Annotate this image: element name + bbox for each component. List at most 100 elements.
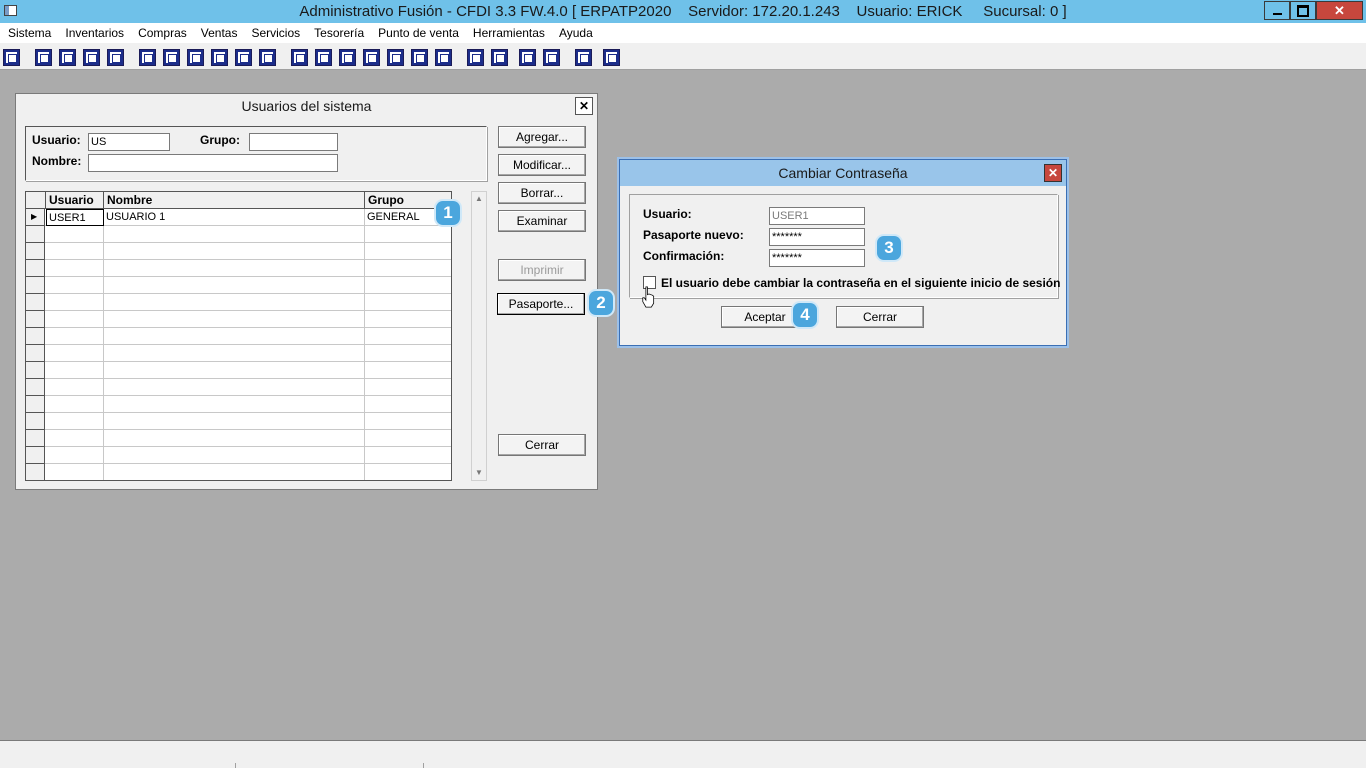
table-row[interactable] <box>26 396 451 413</box>
menu-tesoreria[interactable]: Tesorería <box>307 26 371 40</box>
menu-punto-de-venta[interactable]: Punto de venta <box>371 26 466 40</box>
toolbar-invoice-icon[interactable] <box>411 49 428 66</box>
menu-sistema[interactable]: Sistema <box>1 26 58 40</box>
grid-header-usuario[interactable]: Usuario <box>46 192 104 209</box>
modificar-button[interactable]: Modificar... <box>498 154 586 176</box>
toolbar-document-icon[interactable] <box>235 49 252 66</box>
table-row[interactable] <box>26 260 451 277</box>
cell-nombre[interactable] <box>104 277 365 294</box>
must-change-label[interactable]: El usuario debe cambiar la contraseña en… <box>661 276 1060 290</box>
toolbar-box-icon[interactable] <box>315 49 332 66</box>
toolbar-add-icon[interactable] <box>363 49 380 66</box>
new-password-input[interactable]: ******* <box>769 228 865 246</box>
cell-usuario[interactable] <box>46 345 104 362</box>
table-row[interactable] <box>26 464 451 480</box>
toolbar-undo-icon[interactable] <box>543 49 560 66</box>
dialog-cerrar-button[interactable]: Cerrar <box>836 306 924 328</box>
confirm-password-input[interactable]: ******* <box>769 249 865 267</box>
toolbar-paste-icon[interactable] <box>59 49 76 66</box>
cell-usuario[interactable] <box>46 379 104 396</box>
cell-usuario[interactable] <box>46 226 104 243</box>
cell-usuario[interactable] <box>46 396 104 413</box>
toolbar-dollar-icon[interactable] <box>387 49 404 66</box>
cell-usuario[interactable] <box>46 464 104 480</box>
toolbar-back-icon[interactable] <box>575 49 592 66</box>
cell-nombre[interactable] <box>104 311 365 328</box>
grid-header-nombre[interactable]: Nombre <box>104 192 365 209</box>
app-close-button[interactable]: ✕ <box>1316 1 1363 20</box>
cell-nombre[interactable] <box>104 413 365 430</box>
menu-inventarios[interactable]: Inventarios <box>58 26 131 40</box>
cell-usuario[interactable] <box>46 260 104 277</box>
table-row[interactable] <box>26 447 451 464</box>
toolbar-list-icon[interactable] <box>259 49 276 66</box>
scroll-up-icon[interactable]: ▲ <box>472 192 486 206</box>
cell-nombre[interactable] <box>104 396 365 413</box>
toolbar-home-icon[interactable] <box>467 49 484 66</box>
menu-ayuda[interactable]: Ayuda <box>552 26 600 40</box>
borrar-button[interactable]: Borrar... <box>498 182 586 204</box>
cell-nombre[interactable] <box>104 447 365 464</box>
cell-nombre[interactable] <box>104 430 365 447</box>
table-row[interactable] <box>26 328 451 345</box>
toolbar-group-icon[interactable] <box>291 49 308 66</box>
cell-usuario[interactable] <box>46 311 104 328</box>
dialog-close-icon[interactable]: ✕ <box>1044 164 1062 182</box>
cell-nombre[interactable] <box>104 226 365 243</box>
menu-compras[interactable]: Compras <box>131 26 194 40</box>
grid-scrollbar[interactable]: ▲ ▼ <box>471 191 487 481</box>
cell-usuario[interactable] <box>46 447 104 464</box>
table-row[interactable] <box>26 277 451 294</box>
examinar-button[interactable]: Examinar <box>498 210 586 232</box>
toolbar-export-icon[interactable] <box>339 49 356 66</box>
scroll-down-icon[interactable]: ▼ <box>472 466 486 480</box>
menu-servicios[interactable]: Servicios <box>244 26 307 40</box>
toolbar-zoom-icon[interactable] <box>491 49 508 66</box>
cell-nombre[interactable] <box>104 243 365 260</box>
table-row[interactable] <box>26 311 451 328</box>
cell-usuario[interactable] <box>46 243 104 260</box>
cell-usuario[interactable] <box>46 328 104 345</box>
usuarios-close-icon[interactable]: ✕ <box>575 97 593 115</box>
cell-nombre[interactable] <box>104 362 365 379</box>
table-row[interactable]: ▶ USER1 USUARIO 1 GENERAL <box>26 209 451 226</box>
toolbar-refresh-icon[interactable] <box>519 49 536 66</box>
usuarios-cerrar-button[interactable]: Cerrar <box>498 434 586 456</box>
cell-nombre[interactable] <box>104 260 365 277</box>
filter-nombre-input[interactable] <box>88 154 338 172</box>
pasaporte-button[interactable]: Pasaporte... <box>497 293 585 315</box>
cell-nombre[interactable]: USUARIO 1 <box>104 209 365 226</box>
toolbar-transfer-icon[interactable] <box>83 49 100 66</box>
cell-usuario[interactable] <box>46 413 104 430</box>
table-row[interactable] <box>26 379 451 396</box>
cell-usuario[interactable] <box>46 362 104 379</box>
toolbar-help-icon[interactable] <box>603 49 620 66</box>
cell-nombre[interactable] <box>104 379 365 396</box>
table-row[interactable] <box>26 294 451 311</box>
table-row[interactable] <box>26 345 451 362</box>
cell-usuario[interactable] <box>46 294 104 311</box>
filter-usuario-input[interactable]: US <box>88 133 170 151</box>
toolbar-print-icon[interactable] <box>211 49 228 66</box>
cell-nombre[interactable] <box>104 328 365 345</box>
cell-nombre[interactable] <box>104 345 365 362</box>
maximize-button[interactable] <box>1290 1 1316 20</box>
filter-grupo-input[interactable] <box>249 133 338 151</box>
toolbar-user-icon[interactable] <box>139 49 156 66</box>
cell-usuario[interactable] <box>46 277 104 294</box>
cell-nombre[interactable] <box>104 464 365 480</box>
toolbar-import-icon[interactable] <box>187 49 204 66</box>
toolbar-report-icon[interactable] <box>435 49 452 66</box>
toolbar-copy-icon[interactable] <box>35 49 52 66</box>
menu-ventas[interactable]: Ventas <box>194 26 245 40</box>
table-row[interactable] <box>26 362 451 379</box>
toolbar-folder-icon[interactable] <box>163 49 180 66</box>
cell-usuario[interactable] <box>46 430 104 447</box>
table-row[interactable] <box>26 413 451 430</box>
menu-herramientas[interactable]: Herramientas <box>466 26 552 40</box>
table-row[interactable] <box>26 226 451 243</box>
cell-nombre[interactable] <box>104 294 365 311</box>
imprimir-button[interactable]: Imprimir <box>498 259 586 281</box>
toolbar-calculator-icon[interactable] <box>3 49 20 66</box>
table-row[interactable] <box>26 243 451 260</box>
